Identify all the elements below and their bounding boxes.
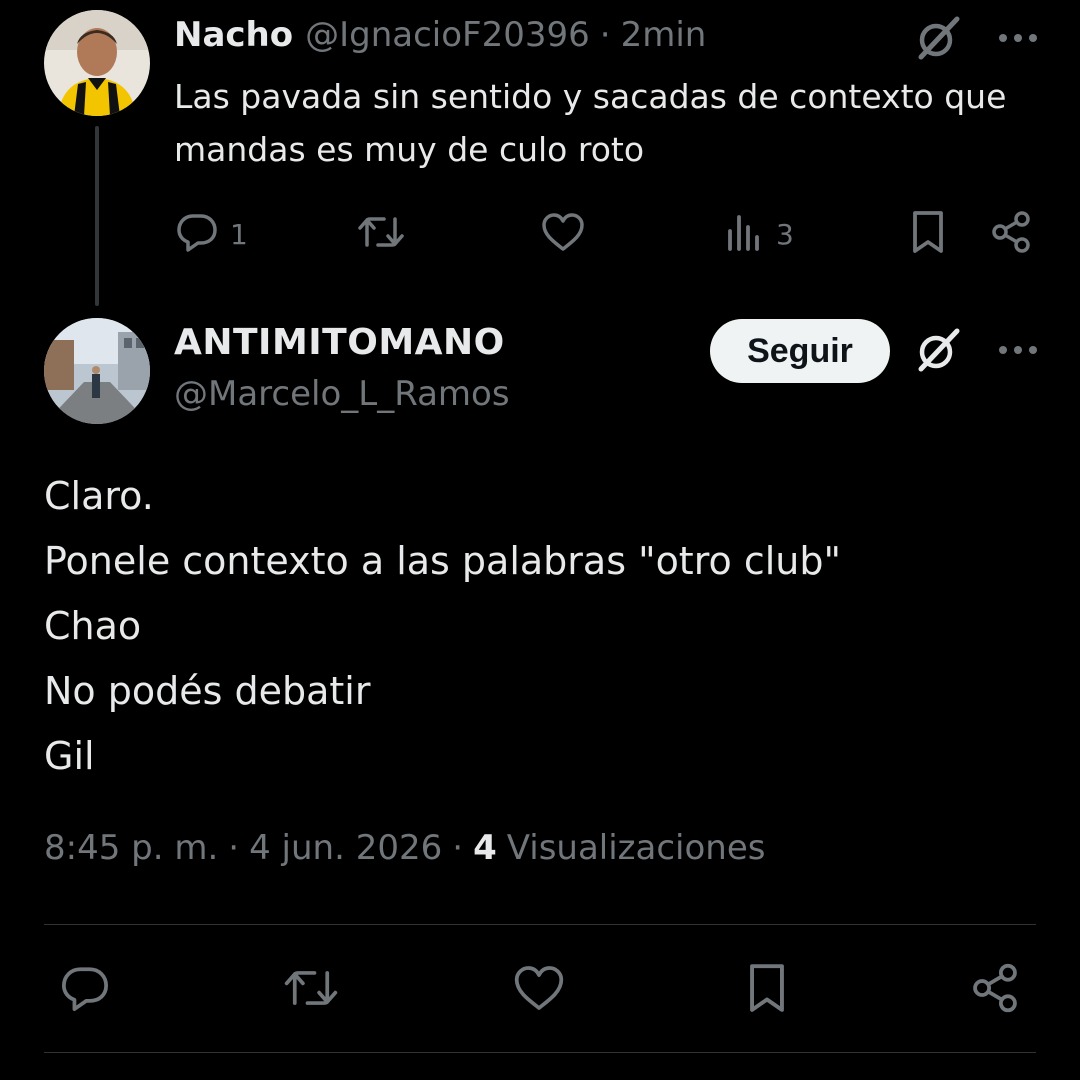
like-button[interactable] (540, 204, 586, 264)
bookmark-button[interactable] (744, 958, 790, 1022)
retweet-icon (282, 961, 340, 1019)
reply-action-bar: 1 3 (174, 204, 1044, 264)
like-icon (540, 209, 586, 259)
retweet-button[interactable] (356, 204, 406, 264)
tweet-line: Chao (44, 604, 142, 648)
main-tweet-header: ANTIMITOMANO @Marcelo_L_Ramos Seguir (0, 316, 1080, 436)
tweet-line: Ponele contexto a las palabras "otro clu… (44, 539, 841, 583)
thread-line (95, 126, 99, 306)
like-button[interactable] (512, 958, 566, 1022)
separator-dot: · (599, 15, 611, 55)
retweet-icon (356, 209, 406, 259)
reply-avatar[interactable] (44, 10, 150, 116)
reply-count: 1 (230, 217, 248, 251)
reply-tweet[interactable]: Nacho @IgnacioF20396 · 2min Las pavada s… (0, 0, 1080, 310)
reply-icon (174, 209, 220, 259)
reply-author-handle[interactable]: @IgnacioF20396 (305, 15, 590, 55)
divider (44, 924, 1036, 925)
reply-header: Nacho @IgnacioF20396 · 2min (174, 12, 706, 58)
bookmark-icon (908, 208, 948, 260)
reply-text: Las pavada sin sentido y sacadas de cont… (174, 77, 1007, 169)
views-icon (724, 209, 766, 259)
tweet-line: Claro. (44, 474, 154, 518)
main-author-name[interactable]: ANTIMITOMANO (174, 322, 505, 363)
share-button[interactable] (968, 958, 1022, 1022)
divider (44, 1052, 1036, 1053)
grok-icon[interactable] (910, 10, 966, 66)
bookmark-button[interactable] (908, 204, 948, 264)
reply-button[interactable] (58, 958, 112, 1022)
tweet-line: No podés debatir (44, 669, 371, 713)
views-count: 3 (776, 217, 794, 251)
follow-button[interactable]: Seguir (710, 319, 890, 383)
more-icon[interactable] (990, 10, 1046, 66)
views-label[interactable]: Visualizaciones (507, 828, 766, 868)
like-icon (512, 961, 566, 1019)
views-button[interactable]: 3 (724, 204, 794, 264)
main-avatar[interactable] (44, 318, 150, 424)
more-icon[interactable] (990, 322, 1046, 378)
views-count[interactable]: 4 (473, 828, 497, 868)
main-tweet-text: Claro. Ponele contexto a las palabras "o… (44, 464, 1044, 789)
tweet-meta: 8:45 p. m. · 4 jun. 2026 · 4 Visualizaci… (44, 828, 766, 868)
tweet-date[interactable]: 4 jun. 2026 (249, 828, 442, 868)
bookmark-icon (744, 960, 790, 1020)
main-top-actions (910, 322, 1046, 378)
retweet-button[interactable] (282, 958, 340, 1022)
grok-icon[interactable] (910, 322, 966, 378)
share-icon (988, 209, 1034, 259)
tweet-line: Gil (44, 734, 95, 778)
share-button[interactable] (988, 204, 1034, 264)
reply-timestamp[interactable]: 2min (621, 15, 707, 55)
reply-icon (58, 961, 112, 1019)
share-icon (968, 961, 1022, 1019)
reply-top-actions (910, 10, 1046, 66)
tweet-detail-page: Nacho @IgnacioF20396 · 2min Las pavada s… (0, 0, 1080, 1080)
tweet-time[interactable]: 8:45 p. m. (44, 828, 218, 868)
main-action-bar (44, 958, 1036, 1022)
separator-dot: · (452, 828, 464, 868)
reply-author-name[interactable]: Nacho (174, 15, 293, 55)
reply-button[interactable]: 1 (174, 204, 248, 264)
separator-dot: · (228, 828, 240, 868)
main-author-handle[interactable]: @Marcelo_L_Ramos (174, 374, 510, 414)
